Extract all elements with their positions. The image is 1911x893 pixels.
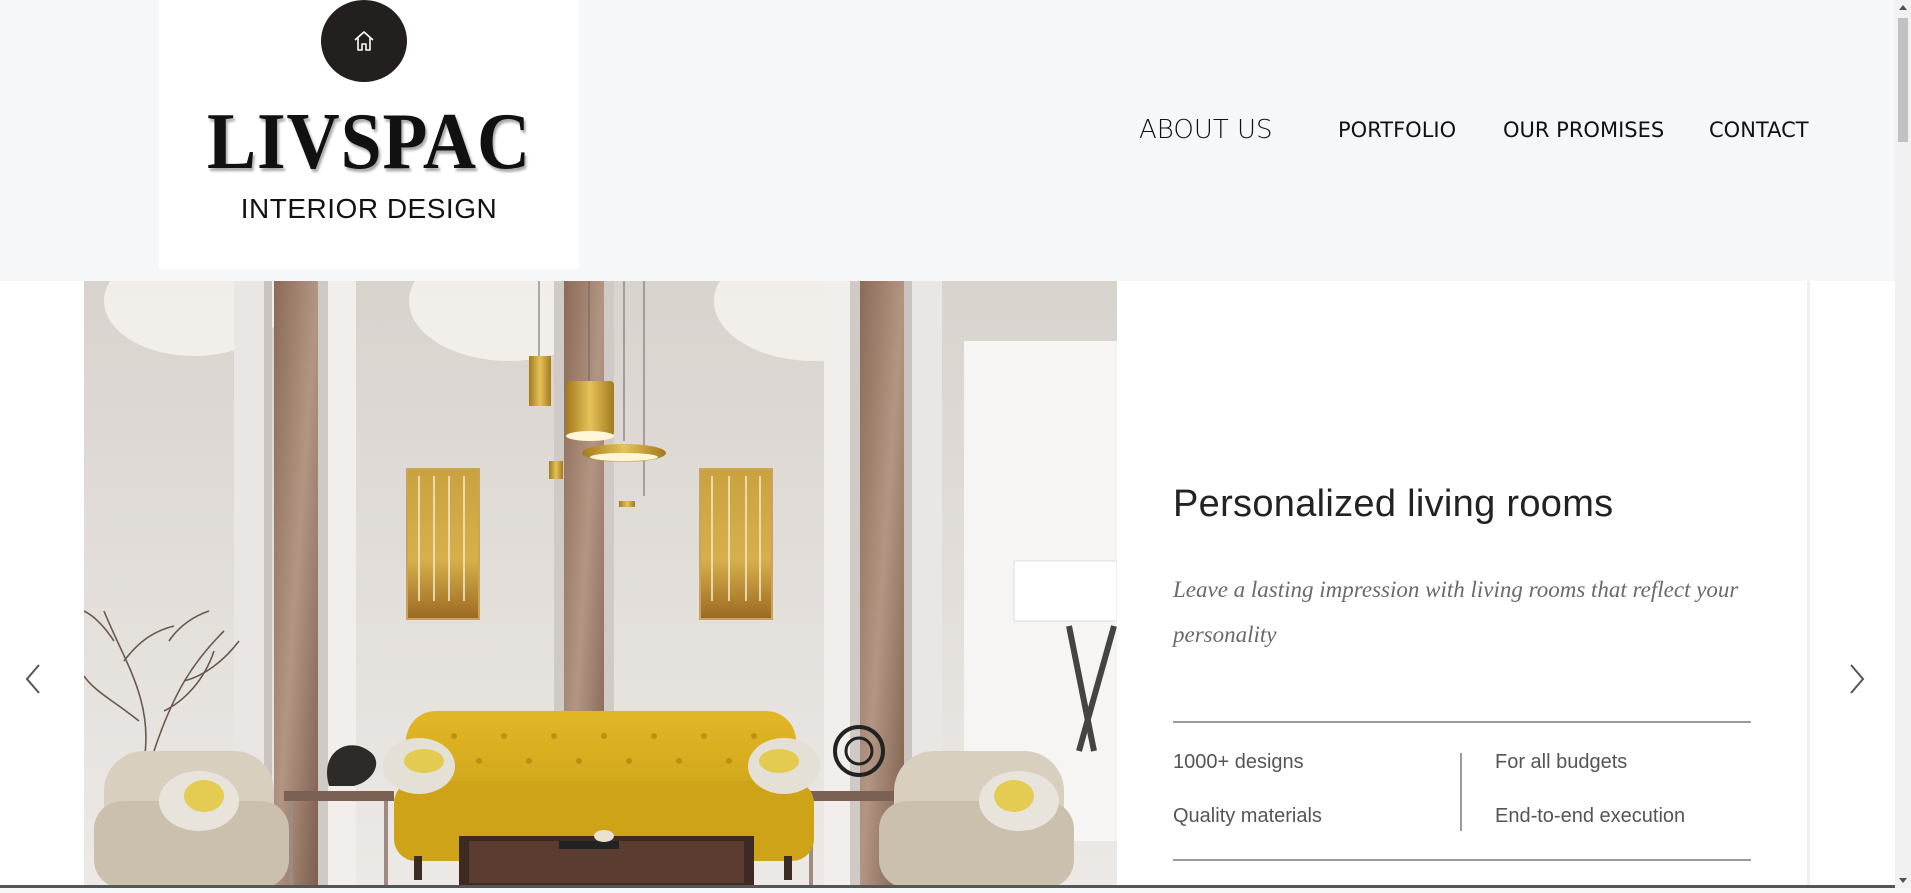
slide-image bbox=[84, 281, 1117, 888]
feature-materials: Quality materials bbox=[1173, 805, 1322, 827]
feature-execution: End-to-end execution bbox=[1495, 805, 1686, 827]
nav-about-us[interactable]: ABOUT US bbox=[1139, 110, 1273, 150]
scrollbar-thumb[interactable] bbox=[1898, 18, 1908, 142]
slide-content: Personalized living rooms Leave a lastin… bbox=[1117, 281, 1807, 888]
logo-badge bbox=[321, 0, 407, 82]
scroll-down-button[interactable] bbox=[1895, 872, 1911, 888]
nav-our-promises[interactable]: OUR PROMISES bbox=[1503, 110, 1664, 150]
logo-tagline: INTERIOR DESIGN bbox=[240, 193, 498, 224]
divider-top bbox=[1173, 721, 1751, 723]
living-room-illustration bbox=[84, 281, 1117, 888]
feature-designs: 1000+ designs bbox=[1173, 751, 1304, 773]
scroll-down-icon bbox=[1899, 878, 1907, 883]
slide-title: Personalized living rooms bbox=[1173, 483, 1614, 525]
feature-budgets: For all budgets bbox=[1495, 751, 1628, 773]
slide-description: Leave a lasting impression with living r… bbox=[1173, 577, 1739, 647]
scroll-up-icon bbox=[1899, 5, 1907, 10]
slider-prev-button[interactable] bbox=[18, 659, 48, 699]
next-slide-edge bbox=[1807, 281, 1810, 888]
site-header: LIVSPAC INTERIOR DESIGN ABOUT US PORTFOL… bbox=[0, 0, 1895, 281]
chevron-left-icon bbox=[25, 664, 40, 694]
scroll-up-button[interactable] bbox=[1895, 0, 1911, 16]
hero-slider: Personalized living rooms Leave a lastin… bbox=[0, 281, 1895, 888]
home-icon bbox=[354, 31, 374, 51]
vertical-scrollbar[interactable] bbox=[1895, 0, 1911, 888]
chevron-right-icon bbox=[1850, 664, 1865, 694]
feature-divider bbox=[1460, 753, 1462, 831]
main-nav: ABOUT US PORTFOLIO OUR PROMISES CONTACT bbox=[0, 110, 1895, 150]
divider-bottom bbox=[1173, 859, 1751, 861]
nav-portfolio[interactable]: PORTFOLIO bbox=[1338, 110, 1456, 150]
nav-contact[interactable]: CONTACT bbox=[1709, 110, 1809, 150]
slider-next-button[interactable] bbox=[1842, 659, 1872, 699]
